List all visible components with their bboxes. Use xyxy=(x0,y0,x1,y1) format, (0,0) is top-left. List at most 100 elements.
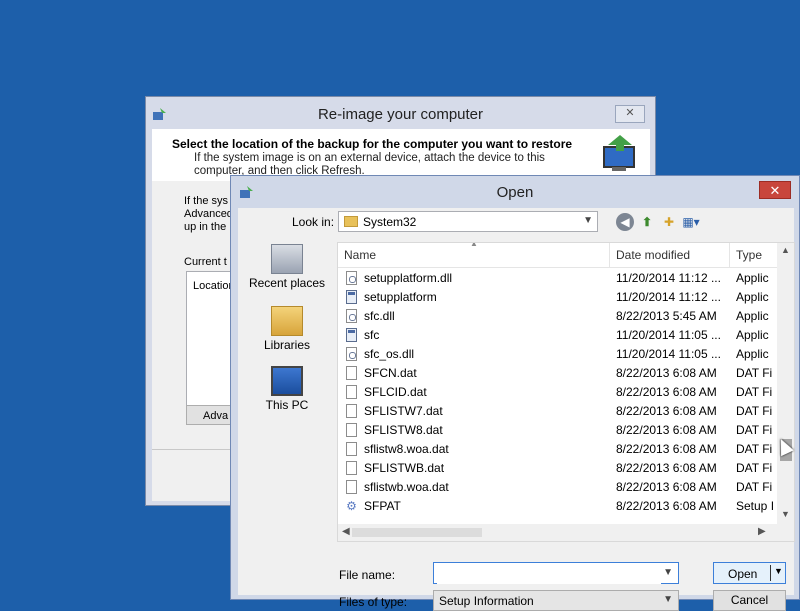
document-file-icon xyxy=(346,461,357,475)
dll-file-icon xyxy=(346,309,357,323)
horizontal-scroll-thumb[interactable] xyxy=(352,528,482,537)
file-date: 11/20/2014 11:05 ... xyxy=(616,328,721,342)
file-date: 8/22/2013 6:08 AM xyxy=(616,461,717,475)
scroll-right-icon[interactable]: ▶ xyxy=(758,526,766,537)
file-name: setupplatform xyxy=(364,290,437,304)
application-file-icon xyxy=(346,290,357,304)
open-titlebar[interactable]: Open ✕ xyxy=(231,176,799,208)
file-list[interactable]: Name ▲ Date modified Type setupplatform.… xyxy=(337,242,795,542)
file-date: 8/22/2013 6:08 AM xyxy=(616,480,717,494)
view-menu-icon[interactable]: ▦▾ xyxy=(682,213,700,231)
file-row[interactable]: SFLISTW7.dat 8/22/2013 6:08 AM DAT Fi xyxy=(338,402,778,421)
file-list-header: Name ▲ Date modified Type xyxy=(338,243,778,268)
file-row[interactable]: ⚙ SFPAT 8/22/2013 6:08 AM Setup I xyxy=(338,497,778,516)
file-name: sflistw8.woa.dat xyxy=(364,442,449,456)
libraries-icon xyxy=(271,306,303,336)
file-type: Setup I xyxy=(736,499,775,513)
reimage-close-button[interactable]: ✕ xyxy=(615,105,645,123)
scroll-left-icon[interactable]: ◀ xyxy=(342,526,350,537)
place-this-pc[interactable]: This PC xyxy=(238,366,336,412)
column-type[interactable]: Type xyxy=(730,243,778,267)
horizontal-scrollbar[interactable]: ◀ ▶ xyxy=(338,524,794,541)
file-row[interactable]: SFLISTW8.dat 8/22/2013 6:08 AM DAT Fi xyxy=(338,421,778,440)
column-date-modified[interactable]: Date modified xyxy=(610,243,730,267)
filetype-label: Files of type: xyxy=(339,595,408,609)
folder-icon xyxy=(344,216,358,227)
document-file-icon xyxy=(346,404,357,418)
chevron-down-icon[interactable]: ▼ xyxy=(583,215,593,226)
place-libraries[interactable]: Libraries xyxy=(238,306,336,352)
lookin-label: Look in: xyxy=(292,215,335,229)
open-options-arrow-icon[interactable]: ▼ xyxy=(774,566,783,576)
reimage-header: Select the location of the backup for th… xyxy=(152,129,650,181)
file-date: 8/22/2013 6:08 AM xyxy=(616,404,717,418)
dll-file-icon xyxy=(346,271,357,285)
file-date: 8/22/2013 6:08 AM xyxy=(616,499,717,513)
up-folder-icon[interactable]: ⬆ xyxy=(638,213,656,231)
lookin-value: System32 xyxy=(363,215,417,229)
filename-input[interactable] xyxy=(437,564,661,584)
scroll-up-icon[interactable]: ▲ xyxy=(777,245,794,255)
file-type: Applic xyxy=(736,328,769,342)
file-type: Applic xyxy=(736,309,769,323)
back-icon[interactable]: ◀ xyxy=(616,213,634,231)
file-type: DAT Fi xyxy=(736,461,773,475)
filetype-select[interactable]: Setup Information ▼ xyxy=(433,590,679,611)
recent-places-icon xyxy=(271,244,303,274)
file-name: setupplatform.dll xyxy=(364,271,453,285)
reimage-location-column[interactable]: Location xyxy=(193,280,235,292)
open-toolbar: ◀ ⬆ ✚ ▦▾ xyxy=(616,213,704,231)
open-close-button[interactable]: ✕ xyxy=(759,181,791,199)
document-file-icon xyxy=(346,442,357,456)
document-file-icon xyxy=(346,366,357,380)
file-row[interactable]: sflistwb.woa.dat 8/22/2013 6:08 AM DAT Fi xyxy=(338,478,778,497)
reimage-title: Re-image your computer xyxy=(317,106,484,123)
file-date: 8/22/2013 6:08 AM xyxy=(616,423,717,437)
file-type: DAT Fi xyxy=(736,442,773,456)
file-name: SFLISTW8.dat xyxy=(364,423,443,437)
file-date: 11/20/2014 11:05 ... xyxy=(616,347,721,361)
file-type: Applic xyxy=(736,347,769,361)
new-folder-icon[interactable]: ✚ xyxy=(660,213,678,231)
file-row[interactable]: sfc.dll 8/22/2013 5:45 AM Applic xyxy=(338,307,778,326)
place-label: Recent places xyxy=(248,276,326,290)
file-row[interactable]: SFLISTWB.dat 8/22/2013 6:08 AM DAT Fi xyxy=(338,459,778,478)
file-type: DAT Fi xyxy=(736,480,773,494)
file-rows: setupplatform.dll 11/20/2014 11:12 ... App… xyxy=(338,269,778,516)
file-row[interactable]: sfc 11/20/2014 11:05 ... Applic xyxy=(338,326,778,345)
file-name: sfc_os.dll xyxy=(364,347,415,361)
file-row[interactable]: setupplatform.dll 11/20/2014 11:12 ... App… xyxy=(338,269,778,288)
file-name: sfc.dll xyxy=(364,309,395,323)
file-name: SFCN.dat xyxy=(364,366,417,380)
file-type: DAT Fi xyxy=(736,366,773,380)
file-date: 8/22/2013 5:45 AM xyxy=(616,309,717,323)
reimage-titlebar[interactable]: Re-image your computer ✕ xyxy=(146,97,655,131)
file-date: 11/20/2014 11:12 ... xyxy=(616,290,721,304)
file-date: 8/22/2013 6:08 AM xyxy=(616,366,717,380)
place-recent-places[interactable]: Recent places xyxy=(238,244,336,290)
cancel-button[interactable]: Cancel xyxy=(713,590,786,611)
file-date: 8/22/2013 6:08 AM xyxy=(616,385,717,399)
file-row[interactable]: sfc_os.dll 11/20/2014 11:05 ... Applic xyxy=(338,345,778,364)
file-row[interactable]: SFLCID.dat 8/22/2013 6:08 AM DAT Fi xyxy=(338,383,778,402)
file-date: 8/22/2013 6:08 AM xyxy=(616,442,717,456)
scroll-down-icon[interactable]: ▼ xyxy=(777,509,794,519)
open-button[interactable]: Open ▼ xyxy=(713,562,786,584)
file-row[interactable]: SFCN.dat 8/22/2013 6:08 AM DAT Fi xyxy=(338,364,778,383)
places-bar: Recent places Libraries This PC xyxy=(238,244,336,504)
file-row[interactable]: setupplatform 11/20/2014 11:12 ... Applic xyxy=(338,288,778,307)
dll-file-icon xyxy=(346,347,357,361)
filename-combo[interactable]: ▼ xyxy=(433,562,679,584)
filetype-value: Setup Information xyxy=(439,594,534,608)
vertical-scrollbar[interactable]: ▲ ▼ xyxy=(777,243,794,525)
file-name: SFPAT xyxy=(364,499,401,513)
document-file-icon xyxy=(346,385,357,399)
open-title: Open xyxy=(496,184,534,201)
file-name: SFLISTWB.dat xyxy=(364,461,445,475)
open-dialog: Open ✕ Look in: System32 ▼ ◀ ⬆ ✚ ▦▾ Recent … xyxy=(230,175,800,611)
chevron-down-icon[interactable]: ▼ xyxy=(663,567,673,578)
split-divider xyxy=(770,565,771,581)
file-row[interactable]: sflistw8.woa.dat 8/22/2013 6:08 AM DAT Fi xyxy=(338,440,778,459)
this-pc-icon xyxy=(271,366,303,396)
lookin-combo[interactable]: System32 ▼ xyxy=(338,211,598,232)
